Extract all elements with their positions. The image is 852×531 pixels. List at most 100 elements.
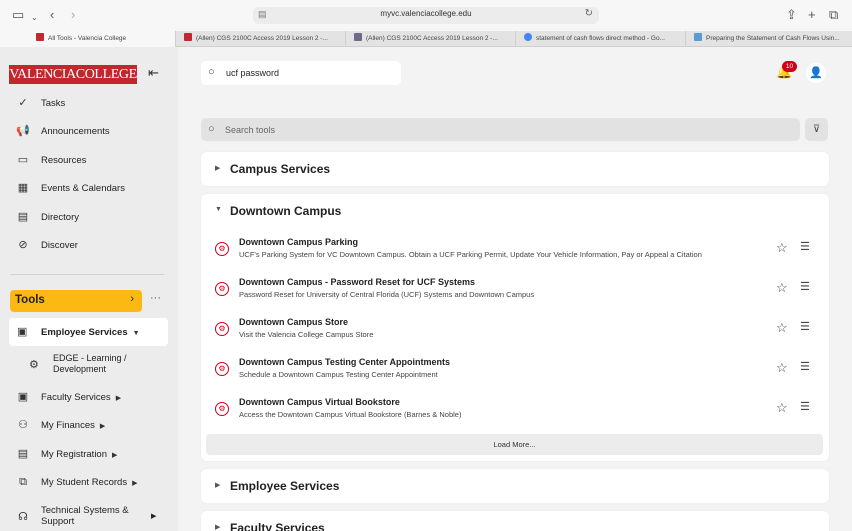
collapse-sidebar-icon[interactable]: ⇤ [148,65,159,81]
sidebar: VALENCIACOLLEGE ⇤ ✓ Tasks 📢 Announcement… [0,47,178,531]
tab-label: (Allen) CGS 2100C Access 2019 Lesson 2 -… [366,35,498,42]
favorite-star-icon[interactable]: ☆ [776,240,788,256]
add-to-list-icon[interactable]: ☰ [800,360,810,373]
section-employee-services[interactable]: ▶ Employee Services [201,469,829,503]
sidebar-item-tasks[interactable]: ✓ Tasks [0,93,178,115]
section-title[interactable]: Downtown Campus [230,204,341,218]
tool-name[interactable]: Downtown Campus Store [239,317,348,327]
s-favicon-icon [354,33,362,42]
tool-row[interactable]: ⚙ Downtown Campus Store Visit the Valenc… [201,315,829,353]
my-registration-text: My Registration [41,449,107,460]
my-finances-text: My Finances [41,420,95,431]
sidebar-item-discover[interactable]: ⊘ Discover [0,235,178,257]
sidebar-item-my-student-records[interactable]: ⧉ My Student Records ▶ [0,472,178,494]
tool-row[interactable]: ⚙ Downtown Campus Testing Center Appoint… [201,355,829,393]
global-search-input[interactable]: ○ ucf password [201,61,401,85]
sidebar-item-employee-services[interactable]: ▣ Employee Services ▼ [9,318,168,346]
filter-icon: ⊽ [812,124,821,135]
employee-services-label: Employee Services ▼ [41,327,140,338]
section-downtown-campus: ▼ Downtown Campus ⚙ Downtown Campus Park… [201,194,829,461]
my-student-records-label: My Student Records ▶ [41,477,137,488]
tab-access-lesson-2[interactable]: (Allen) CGS 2100C Access 2019 Lesson 2 -… [345,31,515,47]
caret-right-icon: ▶ [99,423,106,430]
section-title: Faculty Services [230,521,325,531]
tool-row[interactable]: ⚙ Downtown Campus - Password Reset for U… [201,275,829,313]
sidebar-item-label: Tasks [41,98,66,109]
tool-description: Schedule a Downtown Campus Testing Cente… [239,370,438,379]
sidebar-item-directory[interactable]: ▤ Directory [0,207,178,229]
tab-overview-icon[interactable]: ⧉ [829,7,838,23]
tool-row[interactable]: ⚙ Downtown Campus Parking UCF's Parking … [201,235,829,273]
reload-icon[interactable]: ↻ [585,8,593,19]
id-card-icon: ▣ [17,326,28,338]
add-to-list-icon[interactable]: ☰ [800,280,810,293]
new-tab-icon[interactable]: + [808,7,816,23]
edge-label: EDGE - Learning / Development [53,353,127,374]
sidebar-item-my-finances[interactable]: ⚇ My Finances ▶ [0,415,178,437]
tool-name[interactable]: Downtown Campus Parking [239,237,358,247]
tools-search-placeholder: Search tools [225,125,276,135]
sidebar-item-label: Announcements [41,126,110,137]
add-to-list-icon[interactable]: ☰ [800,400,810,413]
sidebar-toggle-icon[interactable]: ▭ [12,7,24,23]
sidebar-item-faculty-services[interactable]: ▣ Faculty Services ▶ [0,387,178,409]
add-to-list-icon[interactable]: ☰ [800,240,810,253]
section-title: Employee Services [230,479,340,493]
tab-access-lesson-1[interactable]: (Allen) CGS 2100C Access 2019 Lesson 2 -… [175,31,345,47]
my-student-records-text: My Student Records [41,477,128,488]
load-more-button[interactable]: Load More... [206,434,823,455]
address-bar[interactable]: ▤ myvc.valenciacollege.edu ↻ [253,7,599,24]
sidebar-item-technical-support[interactable]: ☊ Technical Systems & Support ▶ [0,503,178,531]
forward-icon[interactable]: › [71,7,75,23]
tab-label: Preparing the Statement of Cash Flows Us… [706,35,840,42]
section-faculty-services[interactable]: ▶ Faculty Services [201,511,829,531]
back-icon[interactable]: ‹ [50,7,54,23]
tool-description: Visit the Valencia College Campus Store [239,330,374,339]
favorite-star-icon[interactable]: ☆ [776,360,788,376]
tools-button[interactable]: Tools › [10,290,142,312]
tool-description: UCF's Parking System for VC Downtown Cam… [239,250,702,259]
share-icon[interactable]: ⇪ [786,7,797,23]
user-profile-icon[interactable]: 👤 [806,63,826,83]
sidebar-item-announcements[interactable]: 📢 Announcements [0,121,178,143]
section-campus-services[interactable]: ▶ Campus Services [201,152,829,186]
favorite-star-icon[interactable]: ☆ [776,320,788,336]
valencia-tool-icon: ⚙ [215,242,229,256]
sidebar-item-events[interactable]: ▦ Events & Calendars [0,178,178,200]
tool-name[interactable]: Downtown Campus Testing Center Appointme… [239,357,450,367]
tab-google-search[interactable]: statement of cash flows direct method - … [515,31,685,47]
add-to-list-icon[interactable]: ☰ [800,320,810,333]
favorite-star-icon[interactable]: ☆ [776,400,788,416]
tab-cash-flows[interactable]: Preparing the Statement of Cash Flows Us… [685,31,852,47]
sidebar-item-my-registration[interactable]: ▤ My Registration ▶ [0,444,178,466]
sidebar-item-label: Discover [41,240,78,251]
filter-button[interactable]: ⊽ [805,118,828,141]
tool-name[interactable]: Downtown Campus Virtual Bookstore [239,397,400,407]
tab-bar: All Tools - Valencia College (Allen) CGS… [0,31,852,47]
sidebar-item-resources[interactable]: ▭ Resources [0,150,178,172]
tab-label: statement of cash flows direct method - … [536,35,665,42]
sidebar-item-edge[interactable]: ⚙ EDGE - Learning / Development [0,352,178,378]
tool-description: Password Reset for University of Central… [239,290,535,299]
address-book-icon: ▤ [17,211,29,223]
tool-name[interactable]: Downtown Campus - Password Reset for UCF… [239,277,475,287]
browser-toolbar: ▭ ⌄ ‹ › ▤ myvc.valenciacollege.edu ↻ ⇪ +… [0,0,852,31]
folder-icon: ▭ [17,154,29,166]
caret-right-icon: ▶ [151,513,157,520]
sidebar-item-label: Resources [41,155,87,166]
tab-all-tools[interactable]: All Tools - Valencia College [0,31,175,47]
tool-description: Access the Downtown Campus Virtual Books… [239,410,462,419]
valencia-favicon-icon [36,33,44,42]
caret-right-icon: ▶ [112,452,118,459]
caret-down-icon[interactable]: ▼ [215,206,222,213]
valencia-tool-icon: ⚙ [215,282,229,296]
headset-icon: ☊ [18,511,28,523]
tool-row[interactable]: ⚙ Downtown Campus Virtual Bookstore Acce… [201,395,829,433]
favorite-star-icon[interactable]: ☆ [776,280,788,296]
valencia-logo[interactable]: VALENCIACOLLEGE [9,65,137,84]
compass-icon: ⊘ [18,239,28,251]
chevron-down-icon[interactable]: ⌄ [31,10,38,26]
more-options-icon[interactable]: ··· [150,292,161,304]
tools-search-input[interactable]: ○ Search tools [201,118,800,141]
valencia-favicon-icon [184,33,192,42]
